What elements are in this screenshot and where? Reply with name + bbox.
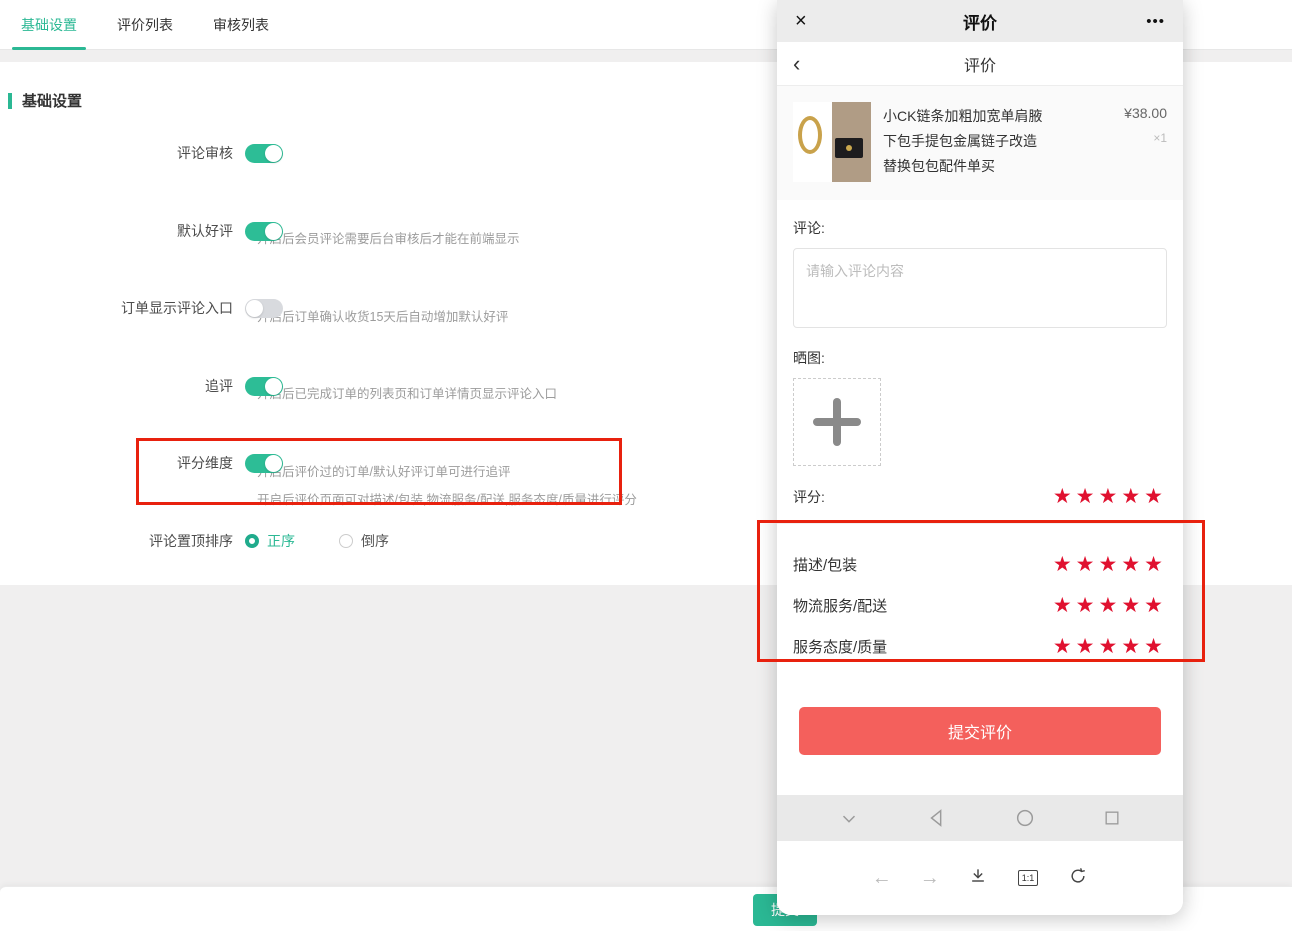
setting-label: 追评 bbox=[0, 376, 245, 396]
setting-hint: 开启后评价页面可对描述/包装,物流服务/配送,服务态度/质量进行评分 bbox=[257, 489, 637, 508]
section-accent-bar bbox=[8, 93, 12, 109]
toggle-knob bbox=[265, 223, 282, 240]
submit-review-button[interactable]: 提交评价 bbox=[799, 707, 1161, 755]
rating-label: 评分: bbox=[793, 487, 825, 507]
product-image bbox=[793, 102, 871, 182]
overall-star-rating[interactable]: ★★★★★ bbox=[1053, 484, 1167, 509]
page-nav-bar: ‹ 评价 bbox=[777, 42, 1183, 86]
setting-hint: 开启后订单确认收货15天后自动增加默认好评 bbox=[257, 306, 508, 325]
product-title: 小CK链条加粗加宽单肩腋 下包手提包金属链子改造 替换包包配件单买 bbox=[883, 102, 1089, 184]
sort-radio-group: 正序 倒序 bbox=[245, 531, 433, 551]
setting-row-comment-audit: 评论审核 bbox=[0, 142, 283, 164]
setting-row-order-comment-entry: 订单显示评论入口 bbox=[0, 297, 283, 319]
tab-audit-list[interactable]: 审核列表 bbox=[202, 0, 280, 50]
setting-hint: 开启后评价过的订单/默认好评订单可进行追评 bbox=[257, 461, 510, 480]
dimension-label: 描述/包装 bbox=[793, 554, 857, 575]
toggle-rating-dimensions[interactable] bbox=[245, 454, 283, 473]
product-price: ¥38.00 bbox=[1089, 105, 1167, 121]
radio-option-ascending[interactable]: 正序 bbox=[245, 531, 295, 551]
gold-chain-shape bbox=[798, 116, 822, 154]
forward-arrow-icon[interactable]: → bbox=[920, 867, 938, 890]
refresh-icon[interactable] bbox=[1068, 866, 1088, 891]
dimension-row-service-quality: 服务态度/质量 ★★★★★ bbox=[793, 634, 1167, 659]
dimension-label: 物流服务/配送 bbox=[793, 595, 887, 616]
radio-unselected-icon bbox=[339, 534, 353, 548]
phone-preview: × 评价 ••• ‹ 评价 小CK链条加粗加宽单肩腋 下包手提包金属链子改造 替… bbox=[777, 0, 1183, 915]
android-recents-icon[interactable] bbox=[1102, 808, 1122, 828]
dimension-star-rating[interactable]: ★★★★★ bbox=[1053, 634, 1167, 659]
setting-label: 默认好评 bbox=[0, 221, 245, 241]
radio-label: 正序 bbox=[267, 531, 295, 551]
dimension-row-description-packaging: 描述/包装 ★★★★★ bbox=[793, 552, 1167, 577]
toggle-follow-up-review[interactable] bbox=[245, 377, 283, 396]
model-image-half bbox=[832, 102, 871, 182]
android-home-icon[interactable] bbox=[1014, 807, 1036, 829]
tab-basic-settings[interactable]: 基础设置 bbox=[10, 0, 88, 50]
product-title-line: 替换包包配件单买 bbox=[883, 154, 1089, 179]
rating-dimensions-section: 描述/包装 ★★★★★ 物流服务/配送 ★★★★★ 服务态度/质量 ★★★★★ bbox=[777, 523, 1183, 681]
bag-shape bbox=[835, 138, 863, 158]
setting-label: 评论审核 bbox=[0, 143, 245, 163]
product-quantity: ×1 bbox=[1089, 131, 1167, 145]
setting-label: 订单显示评论入口 bbox=[0, 298, 245, 318]
toggle-comment-audit[interactable] bbox=[245, 144, 283, 163]
radio-selected-icon bbox=[245, 534, 259, 548]
toggle-knob bbox=[246, 300, 263, 317]
product-title-line: 小CK链条加粗加宽单肩腋 bbox=[883, 104, 1089, 129]
product-card: 小CK链条加粗加宽单肩腋 下包手提包金属链子改造 替换包包配件单买 ¥38.00… bbox=[777, 86, 1183, 200]
emulator-toolbar: ← → 1:1 bbox=[777, 841, 1183, 915]
toggle-order-comment-entry[interactable] bbox=[245, 299, 283, 318]
photo-upload-button[interactable] bbox=[793, 378, 881, 466]
overall-rating-row: 评分: ★★★★★ bbox=[793, 484, 1167, 523]
download-icon[interactable] bbox=[968, 866, 988, 891]
phone-empty-space bbox=[777, 755, 1183, 795]
comment-label: 评论: bbox=[793, 218, 1167, 238]
page-title: 评价 bbox=[853, 52, 1107, 76]
toggle-knob bbox=[265, 145, 282, 162]
android-nav-bar bbox=[777, 795, 1183, 841]
dimension-star-rating[interactable]: ★★★★★ bbox=[1053, 593, 1167, 618]
dimension-label: 服务态度/质量 bbox=[793, 636, 887, 657]
comment-input[interactable] bbox=[793, 248, 1167, 328]
setting-row-comment-sort: 评论置顶排序 正序 倒序 bbox=[0, 530, 433, 552]
back-arrow-icon[interactable]: ← bbox=[872, 867, 890, 890]
radio-option-descending[interactable]: 倒序 bbox=[339, 531, 389, 551]
clasp-shape bbox=[846, 145, 852, 151]
setting-row-rating-dimensions: 评分维度 bbox=[0, 452, 283, 474]
scale-1-1-button[interactable]: 1:1 bbox=[1018, 870, 1039, 886]
dimension-star-rating[interactable]: ★★★★★ bbox=[1053, 552, 1167, 577]
android-back-icon[interactable] bbox=[926, 807, 948, 829]
setting-hint: 开启后会员评论需要后台审核后才能在前端显示 bbox=[257, 228, 520, 247]
setting-label: 评论置顶排序 bbox=[0, 531, 245, 551]
toggle-knob bbox=[265, 378, 282, 395]
toggle-knob bbox=[265, 455, 282, 472]
photos-label: 晒图: bbox=[793, 348, 1167, 368]
toggle-default-good-review[interactable] bbox=[245, 222, 283, 241]
more-icon[interactable]: ••• bbox=[1085, 13, 1165, 30]
chain-image-half bbox=[793, 102, 832, 182]
review-form: 评论: 晒图: 评分: ★★★★★ bbox=[777, 200, 1183, 523]
section-header: 基础设置 bbox=[8, 90, 82, 111]
setting-hint: 开启后已完成订单的列表页和订单详情页显示评论入口 bbox=[257, 383, 557, 402]
wechat-title: 评价 bbox=[875, 9, 1085, 34]
product-title-line: 下包手提包金属链子改造 bbox=[883, 129, 1089, 154]
setting-row-follow-up-review: 追评 bbox=[0, 375, 283, 397]
plus-icon bbox=[813, 398, 861, 446]
section-title: 基础设置 bbox=[22, 90, 82, 111]
tab-review-list[interactable]: 评价列表 bbox=[106, 0, 184, 50]
dimension-row-logistics-delivery: 物流服务/配送 ★★★★★ bbox=[793, 593, 1167, 618]
wechat-title-bar: × 评价 ••• bbox=[777, 0, 1183, 42]
back-icon[interactable]: ‹ bbox=[793, 44, 853, 84]
close-icon[interactable]: × bbox=[795, 10, 875, 33]
radio-label: 倒序 bbox=[361, 531, 389, 551]
setting-row-default-good-review: 默认好评 bbox=[0, 220, 283, 242]
chevron-down-icon[interactable] bbox=[838, 807, 860, 829]
setting-label: 评分维度 bbox=[0, 453, 245, 473]
product-price-block: ¥38.00 ×1 bbox=[1089, 102, 1167, 184]
